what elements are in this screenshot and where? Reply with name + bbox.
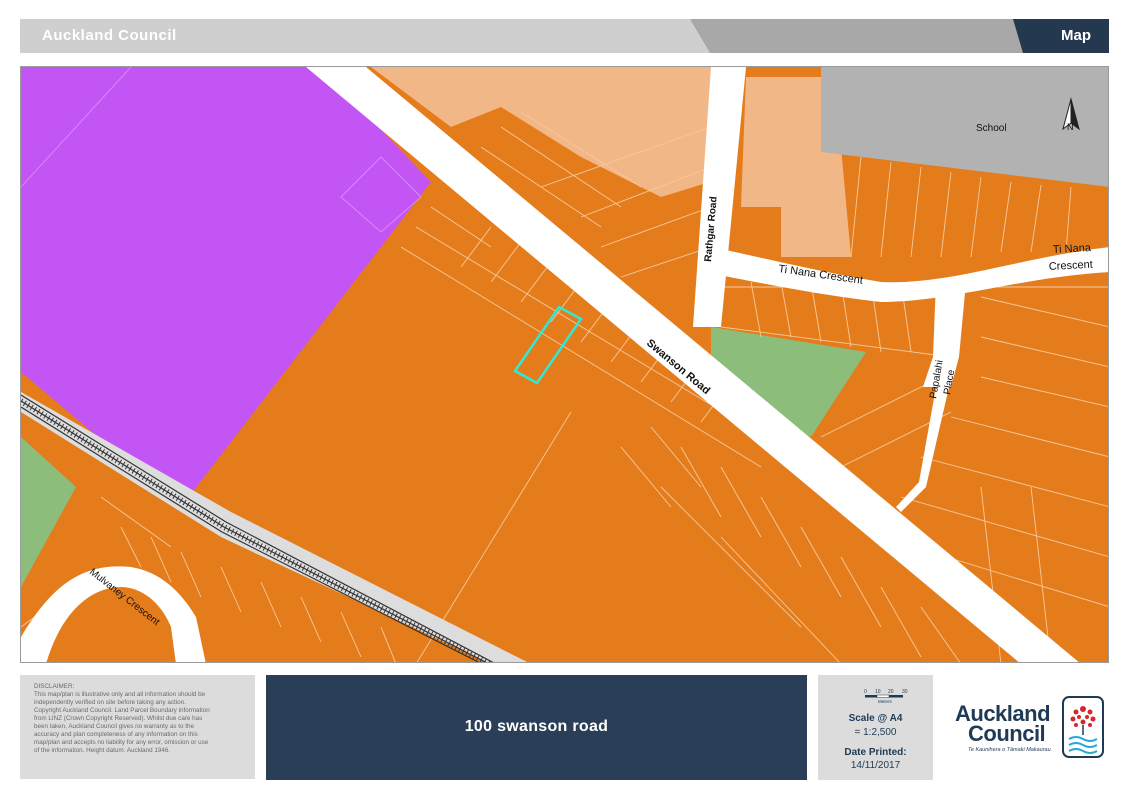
scale-label: Scale @ A4 [848,713,903,724]
scale-bar-icon: 0 10 20 30 Meters [864,689,908,704]
map-title-box: 100 swanson road [266,675,807,780]
logo-tagline: Te Kaunihera o Tāmaki Makaurau [968,747,1051,753]
scale-unit: Meters [878,699,893,704]
disclaimer-box: DISCLAIMER: This map/plan is illustrativ… [20,675,255,779]
scale-tick-30: 30 [902,689,908,695]
disclaimer-line: accuracy and plan completeness of any in… [34,731,198,738]
map-canvas[interactable]: N School Swanson Road Rathgar Road Ti Na… [21,67,1109,663]
map-view[interactable]: N School Swanson Road Rathgar Road Ti Na… [20,66,1109,663]
scale-date-box: 0 10 20 30 Meters Scale @ A4 = 1:2,500 D… [818,675,933,780]
disclaimer-line: independently verified on site before ta… [34,699,186,706]
date-printed-value: 14/11/2017 [850,760,901,771]
disclaimer-line: DISCLAIMER: [34,683,75,690]
disclaimer-line: This map/plan is illustrative only and a… [34,691,206,698]
label-ti-nana-crescent-east-line1: Ti Nana [1053,242,1093,256]
scale-tick-10: 10 [875,689,881,695]
scale-tick-0: 0 [864,689,867,695]
north-label: N [1067,122,1074,132]
date-printed-label: Date Printed: [844,747,907,758]
disclaimer-line: from LINZ (Crown Copyright Reserved). Wh… [34,715,203,722]
header-org-name: Auckland Council [42,27,177,44]
disclaimer-line: been taken, Auckland Council gives no wa… [34,723,194,730]
label-ti-nana-crescent-east-line2: Crescent [1049,259,1094,273]
header-map-tab[interactable]: Map [1061,27,1091,44]
auckland-council-logo: Auckland Council Te Kaunihera o Tāmaki M… [955,695,1110,765]
scale-tick-20: 20 [888,689,894,695]
scale-value: = 1:2,500 [854,727,897,738]
label-school: School [976,123,1007,134]
disclaimer-line: of the information. Height datum: Auckla… [34,747,171,754]
pohutukawa-emblem-icon [1062,696,1104,758]
header-bar: Auckland Council Map [20,19,1109,53]
disclaimer-line: map/plan and accepts no liability for an… [34,739,209,746]
logo-word-council: Council [968,721,1046,746]
disclaimer-line: Copyright Auckland Council. Land Parcel … [34,707,210,714]
map-title: 100 swanson road [464,718,609,735]
